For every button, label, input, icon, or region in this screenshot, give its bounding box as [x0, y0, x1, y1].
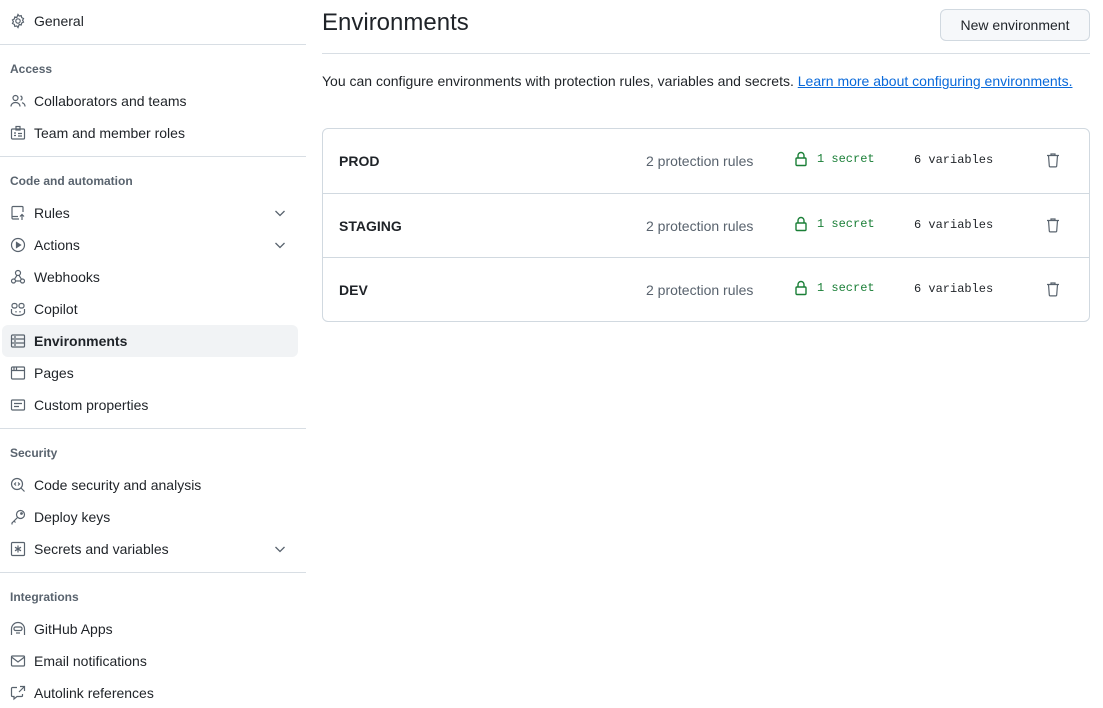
sidebar-item-label: Autolink references	[34, 685, 154, 701]
sidebar-divider	[0, 428, 306, 429]
environment-row[interactable]: DEV 2 protection rules 1 secret 6 variab…	[323, 257, 1089, 321]
sidebar-item-label: Team and member roles	[34, 125, 185, 141]
gear-icon	[10, 13, 26, 29]
section-heading-code-automation: Code and automation	[10, 174, 133, 188]
sidebar-item-secrets-variables[interactable]: Secrets and variables	[2, 533, 298, 565]
variables-count: 6 variables	[914, 282, 994, 296]
protection-rules-count: 2 protection rules	[646, 282, 754, 298]
sidebar-item-label: Pages	[34, 365, 74, 381]
delete-environment-button[interactable]	[1044, 216, 1062, 234]
sidebar-item-custom-properties[interactable]: Custom properties	[2, 389, 298, 421]
intro-description: You can configure environments with prot…	[322, 73, 798, 89]
browser-icon	[10, 365, 26, 381]
sidebar-item-label: Webhooks	[34, 269, 100, 285]
delete-environment-button[interactable]	[1044, 151, 1062, 169]
sidebar-item-actions[interactable]: Actions	[2, 229, 298, 261]
sidebar-item-label: Email notifications	[34, 653, 147, 669]
section-heading-security: Security	[10, 446, 58, 460]
sidebar-item-label: Collaborators and teams	[34, 93, 187, 109]
intro-text: You can configure environments with prot…	[322, 71, 1090, 92]
sidebar-item-label: Secrets and variables	[34, 541, 169, 557]
sidebar-divider	[0, 572, 306, 573]
mail-icon	[10, 653, 26, 669]
key-icon	[10, 509, 26, 525]
people-icon	[10, 93, 26, 109]
variables-count: 6 variables	[914, 218, 994, 232]
page-title: Environments	[322, 9, 469, 36]
webhook-icon	[10, 269, 26, 285]
sidebar-item-collaborators[interactable]: Collaborators and teams	[2, 85, 298, 117]
secrets-count: 1 secret	[793, 151, 875, 167]
section-heading-access: Access	[10, 62, 53, 76]
trash-icon	[1047, 282, 1059, 297]
secrets-label: 1 secret	[817, 217, 875, 231]
sidebar-item-deploy-keys[interactable]: Deploy keys	[2, 501, 298, 533]
environment-name[interactable]: STAGING	[339, 218, 402, 234]
copilot-icon	[10, 301, 26, 317]
sidebar-item-github-apps[interactable]: GitHub Apps	[2, 613, 298, 645]
repo-push-icon	[10, 205, 26, 221]
new-environment-button[interactable]: New environment	[940, 9, 1090, 41]
sidebar-item-label: Environments	[34, 333, 128, 349]
learn-more-link[interactable]: Learn more about configuring environment…	[798, 73, 1073, 89]
note-icon	[10, 397, 26, 413]
secrets-label: 1 secret	[817, 152, 875, 166]
sidebar-item-webhooks[interactable]: Webhooks	[2, 261, 298, 293]
sidebar-item-general[interactable]: General	[2, 5, 298, 37]
hubot-icon	[10, 621, 26, 637]
sidebar-divider	[0, 44, 306, 45]
secrets-count: 1 secret	[793, 216, 875, 232]
sidebar-item-label: Code security and analysis	[34, 477, 202, 493]
lock-icon	[795, 151, 807, 167]
key-asterisk-icon	[10, 541, 26, 557]
sidebar-item-label: Copilot	[34, 301, 78, 317]
server-icon	[10, 333, 26, 349]
sidebar-item-environments[interactable]: Environments	[2, 325, 298, 357]
protection-rules-count: 2 protection rules	[646, 153, 754, 169]
trash-icon	[1047, 218, 1059, 233]
secrets-count: 1 secret	[793, 280, 875, 296]
environment-row[interactable]: PROD 2 protection rules 1 secret 6 varia…	[323, 129, 1089, 193]
variables-count: 6 variables	[914, 153, 994, 167]
environment-row[interactable]: STAGING 2 protection rules 1 secret 6 va…	[323, 193, 1089, 257]
play-icon	[10, 237, 26, 253]
protection-rules-count: 2 protection rules	[646, 218, 754, 234]
lock-icon	[795, 280, 807, 296]
codescan-icon	[10, 477, 26, 493]
sidebar-item-email-notifications[interactable]: Email notifications	[2, 645, 298, 677]
sidebar-item-label: GitHub Apps	[34, 621, 113, 637]
chevron-down-icon[interactable]	[272, 541, 288, 557]
sidebar-divider	[0, 156, 306, 157]
sidebar-item-rules[interactable]: Rules	[2, 197, 298, 229]
title-divider	[322, 53, 1090, 54]
trash-icon	[1047, 153, 1059, 168]
chevron-down-icon[interactable]	[272, 205, 288, 221]
delete-environment-button[interactable]	[1044, 280, 1062, 298]
settings-sidebar: General Access Collaborators and teams T…	[0, 0, 306, 708]
chevron-down-icon[interactable]	[272, 237, 288, 253]
secrets-label: 1 secret	[817, 281, 875, 295]
sidebar-item-label: Rules	[34, 205, 70, 221]
sidebar-item-label: Custom properties	[34, 397, 149, 413]
sidebar-item-label: Deploy keys	[34, 509, 111, 525]
sidebar-item-pages[interactable]: Pages	[2, 357, 298, 389]
sidebar-item-copilot[interactable]: Copilot	[2, 293, 298, 325]
environment-name[interactable]: PROD	[339, 153, 379, 169]
environment-name[interactable]: DEV	[339, 282, 368, 298]
sidebar-item-label: Actions	[34, 237, 80, 253]
sidebar-item-label: General	[34, 13, 84, 29]
id-badge-icon	[10, 125, 26, 141]
environments-list: PROD 2 protection rules 1 secret 6 varia…	[322, 128, 1090, 322]
sidebar-item-code-security[interactable]: Code security and analysis	[2, 469, 298, 501]
lock-icon	[795, 216, 807, 232]
cross-reference-icon	[10, 685, 26, 701]
section-heading-integrations: Integrations	[10, 590, 79, 604]
sidebar-item-autolink-references[interactable]: Autolink references	[2, 677, 298, 708]
sidebar-item-team-roles[interactable]: Team and member roles	[2, 117, 298, 149]
